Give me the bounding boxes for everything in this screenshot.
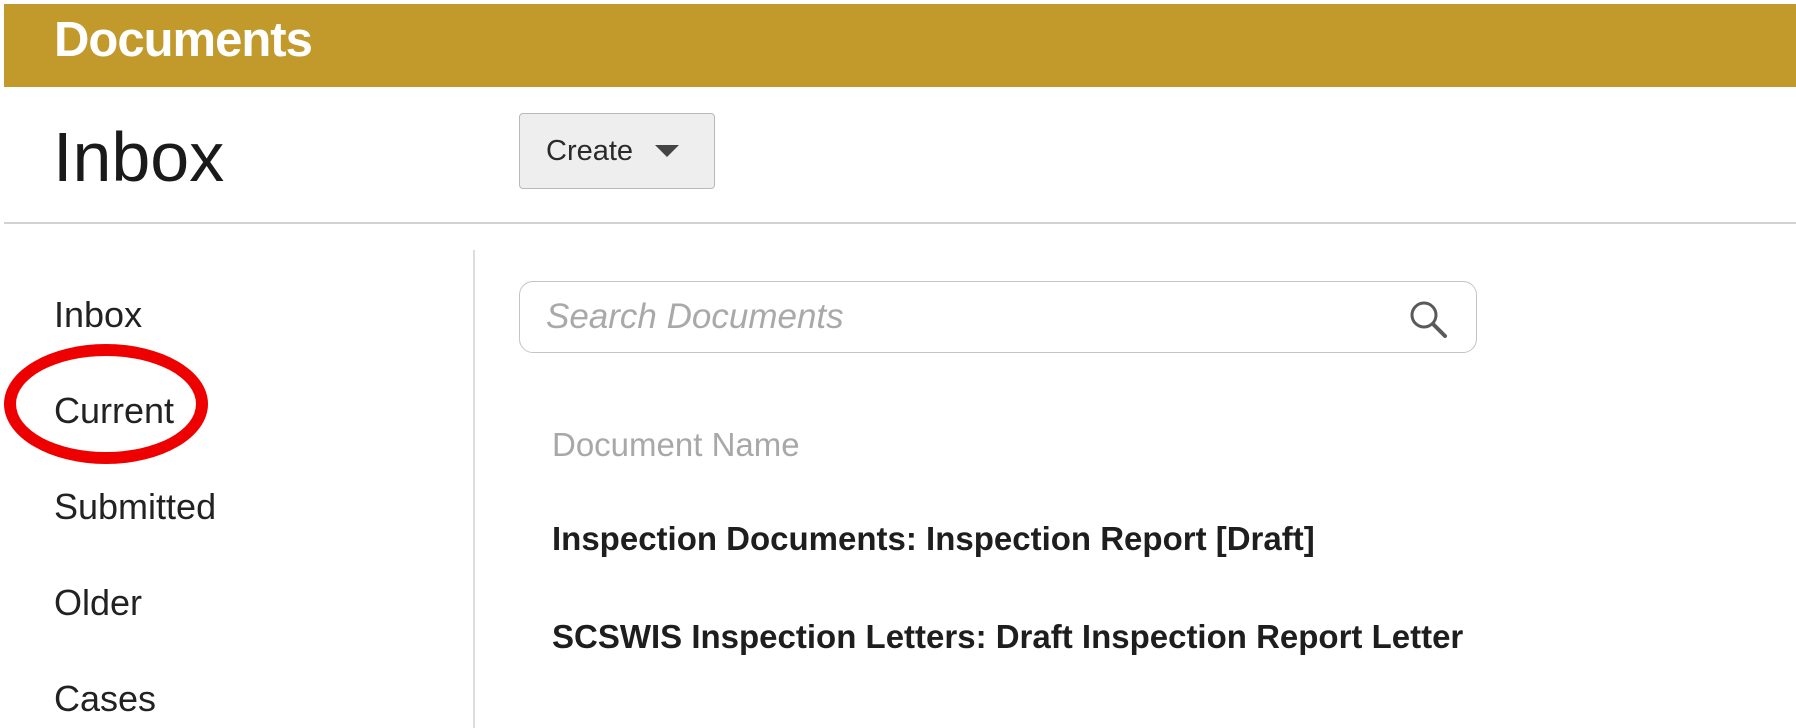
search-icon[interactable] [1408,299,1448,339]
create-button-label: Create [546,134,634,167]
document-row[interactable]: Inspection Documents: Inspection Report … [552,520,1315,558]
sidebar-divider [473,250,475,728]
app-title: Documents [54,13,313,67]
page-title: Inbox [53,118,225,196]
highlight-annotation-circle [4,344,208,464]
sidebar-item-inbox[interactable]: Inbox [54,294,142,336]
sidebar-item-older[interactable]: Older [54,582,142,624]
search-input[interactable] [546,292,1366,342]
app-header-bar: Documents [4,4,1796,87]
sidebar-nav: Inbox Current Submitted Older Cases [0,250,470,728]
header-divider [4,222,1796,224]
chevron-down-icon [655,145,680,157]
sidebar-item-submitted[interactable]: Submitted [54,486,216,528]
page: Documents Inbox Create Inbox Current Sub… [0,0,1796,728]
sidebar-item-cases[interactable]: Cases [54,678,156,720]
search-box [519,281,1477,353]
column-header-document-name[interactable]: Document Name [552,426,800,464]
create-button[interactable]: Create [519,113,715,189]
document-row[interactable]: SCSWIS Inspection Letters: Draft Inspect… [552,618,1463,656]
